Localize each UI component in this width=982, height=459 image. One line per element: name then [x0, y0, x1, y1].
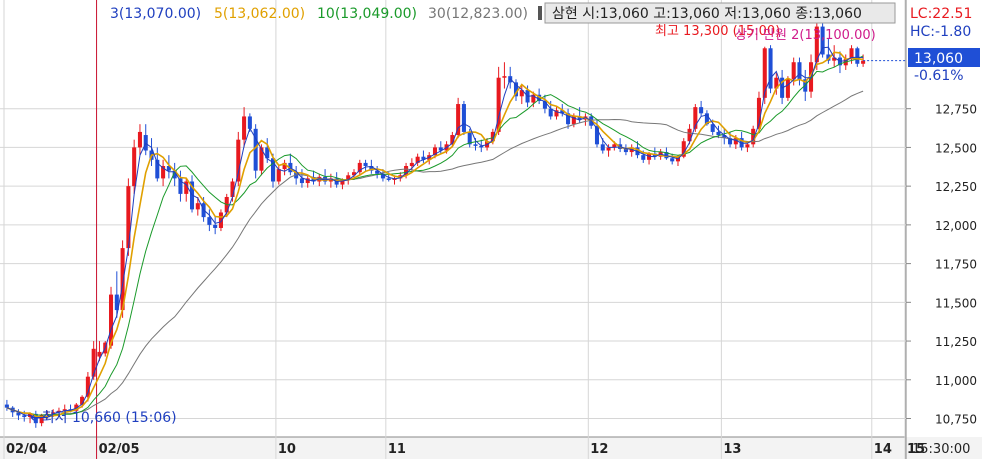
- x-tick-label: 02/04: [6, 442, 47, 457]
- candle-down: [247, 116, 252, 129]
- legend-ma3: 3(13,070.00): [110, 6, 201, 22]
- y-tick-label: 12,000: [935, 219, 977, 233]
- candle-down: [797, 62, 802, 80]
- legend-ma10-label: 10: [317, 6, 335, 22]
- y-tick-label: 12,500: [935, 141, 977, 155]
- y-tick-label: 11,750: [935, 258, 977, 272]
- candle-up: [195, 203, 200, 210]
- y-tick-label: 11,250: [935, 335, 977, 349]
- legend-ma3-label: 3: [110, 6, 119, 22]
- candle-down: [716, 131, 721, 136]
- legend-ma5-value: (13,062.00): [223, 6, 305, 22]
- time-label: 15:30:00: [912, 442, 970, 457]
- lc-value: LC:22.51: [910, 6, 972, 22]
- legend-ma10-value: (13,049.00): [335, 6, 417, 22]
- y-tick-labels: 10,750 11,000 11,250 11,500 11,750 12,000 12,2…: [935, 103, 977, 427]
- candle-up: [242, 116, 247, 140]
- candle-down: [670, 158, 675, 162]
- candle-down: [600, 144, 605, 151]
- x-tick-label: 10: [278, 442, 296, 457]
- candle-up: [762, 48, 767, 98]
- x-axis-band: [0, 437, 982, 459]
- chart-window: 10,750 11,000 11,250 11,500 11,750 12,000 12,2…: [0, 0, 982, 459]
- legend-separator-icon: [538, 6, 542, 20]
- candle-up: [91, 348, 96, 377]
- candlestick-chart[interactable]: 10,750 11,000 11,250 11,500 11,750 12,000 12,2…: [0, 0, 982, 459]
- y-tick-label: 11,000: [935, 374, 977, 388]
- y-tick-label: 12,750: [935, 103, 977, 117]
- x-tick-label: 13: [723, 442, 741, 457]
- x-tick-label: 11: [388, 442, 406, 457]
- current-price: 13,060: [914, 51, 963, 67]
- candle-down: [641, 155, 646, 160]
- candle-up: [236, 139, 241, 182]
- chart-background: [0, 0, 982, 459]
- x-tick-label: 12: [590, 442, 608, 457]
- candle-down: [22, 415, 27, 417]
- y-tick-label: 11,500: [935, 296, 977, 310]
- candle-down: [4, 404, 9, 408]
- candle-down: [699, 107, 704, 114]
- legend-ma10: 10(13,049.00): [317, 6, 417, 22]
- quote-box-text: 삼현 시:13,060 고:13,060 저:13,060 종:13,060: [552, 6, 862, 22]
- candle-down: [386, 178, 391, 180]
- low-annotation: ←최저 10,660 (15:06): [30, 410, 177, 426]
- candle-down: [461, 104, 466, 132]
- legend-ma5: 5(13,062.00): [214, 6, 305, 22]
- legend-ma30-value: (12,823.00): [446, 6, 528, 22]
- candle-down: [207, 217, 212, 225]
- x-tick-label: 14: [874, 442, 892, 457]
- candle-up: [745, 144, 750, 148]
- legend-ma3-value: (13,070.00): [119, 6, 201, 22]
- change-percent: -0.61%: [914, 68, 964, 84]
- legend-ma5-label: 5: [214, 6, 223, 22]
- candle-down: [363, 162, 368, 167]
- y-tick-label: 12,250: [935, 180, 977, 194]
- x-tick-label: 02/05: [99, 442, 140, 457]
- legend-ma30: 30(12,823.00): [428, 6, 528, 22]
- candle-down: [299, 178, 304, 184]
- candle-down: [213, 224, 218, 228]
- hc-value: HC:-1.80: [910, 24, 971, 40]
- legend-ma30-label: 30: [428, 6, 446, 22]
- candle-up: [785, 79, 790, 98]
- candle-up: [137, 131, 142, 148]
- candle-down: [473, 144, 478, 146]
- candle-up: [132, 147, 137, 187]
- candle-up: [276, 169, 281, 182]
- candle-up: [502, 76, 507, 78]
- y-tick-label: 10,750: [935, 413, 977, 427]
- candle-down: [855, 48, 860, 64]
- candle-up: [791, 62, 796, 80]
- candle-up: [409, 162, 414, 167]
- overlap-annotation: 상기 만원 2(13,100.00): [735, 28, 876, 43]
